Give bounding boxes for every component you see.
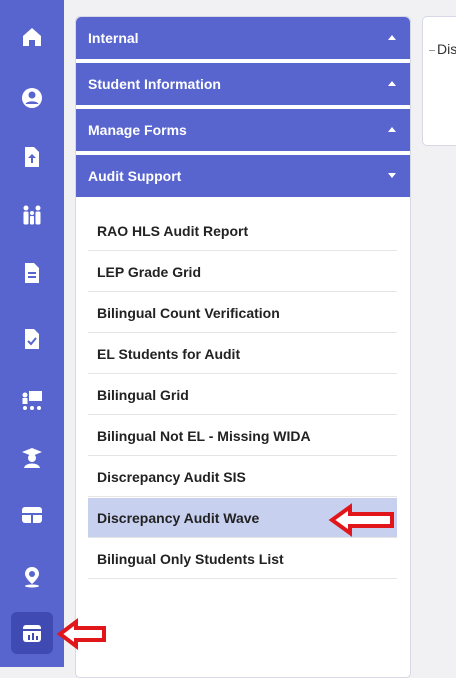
document-check-icon[interactable]: [11, 318, 53, 360]
menu-panel: Internal Student Information Manage Form…: [75, 16, 411, 678]
content-card: Dis: [422, 16, 456, 146]
menu-item-bilingual-only-students-list[interactable]: Bilingual Only Students List: [88, 539, 397, 579]
menu-item-rao-hls-audit-report[interactable]: RAO HLS Audit Report: [88, 211, 397, 251]
menu-item-el-students-for-audit[interactable]: EL Students for Audit: [88, 334, 397, 374]
menu-item-lep-grade-grid[interactable]: LEP Grade Grid: [88, 252, 397, 292]
section-label: Audit Support: [88, 168, 182, 184]
icon-rail: [0, 0, 64, 667]
menu-item-bilingual-grid[interactable]: Bilingual Grid: [88, 375, 397, 415]
section-student-information[interactable]: Student Information: [76, 63, 410, 105]
location-pin-icon[interactable]: [11, 556, 53, 598]
menu-item-bilingual-not-el-missing-wida[interactable]: Bilingual Not EL - Missing WIDA: [88, 416, 397, 456]
classroom-icon[interactable]: [11, 380, 53, 422]
section-label: Manage Forms: [88, 122, 187, 138]
card-label: Dis: [429, 41, 456, 57]
document-icon[interactable]: [11, 252, 53, 294]
caret-down-icon: [388, 173, 396, 178]
menu-item-discrepancy-audit-sis[interactable]: Discrepancy Audit SIS: [88, 457, 397, 497]
section-internal[interactable]: Internal: [76, 17, 410, 59]
calendar-chart-icon[interactable]: [11, 612, 53, 654]
home-icon[interactable]: [11, 16, 53, 58]
section-audit-support[interactable]: Audit Support: [76, 155, 410, 197]
grid-table-icon[interactable]: [11, 494, 53, 536]
family-icon[interactable]: [11, 194, 53, 236]
annotation-arrow-icon: [328, 503, 394, 537]
section-manage-forms[interactable]: Manage Forms: [76, 109, 410, 151]
section-label: Student Information: [88, 76, 221, 92]
file-upload-icon[interactable]: [11, 136, 53, 178]
caret-up-icon: [388, 35, 396, 40]
user-circle-icon[interactable]: [11, 77, 53, 119]
graduate-icon[interactable]: [11, 437, 53, 479]
caret-up-icon: [388, 127, 396, 132]
annotation-arrow-icon: [56, 618, 106, 650]
menu-item-bilingual-count-verification[interactable]: Bilingual Count Verification: [88, 293, 397, 333]
section-label: Internal: [88, 30, 139, 46]
caret-up-icon: [388, 81, 396, 86]
